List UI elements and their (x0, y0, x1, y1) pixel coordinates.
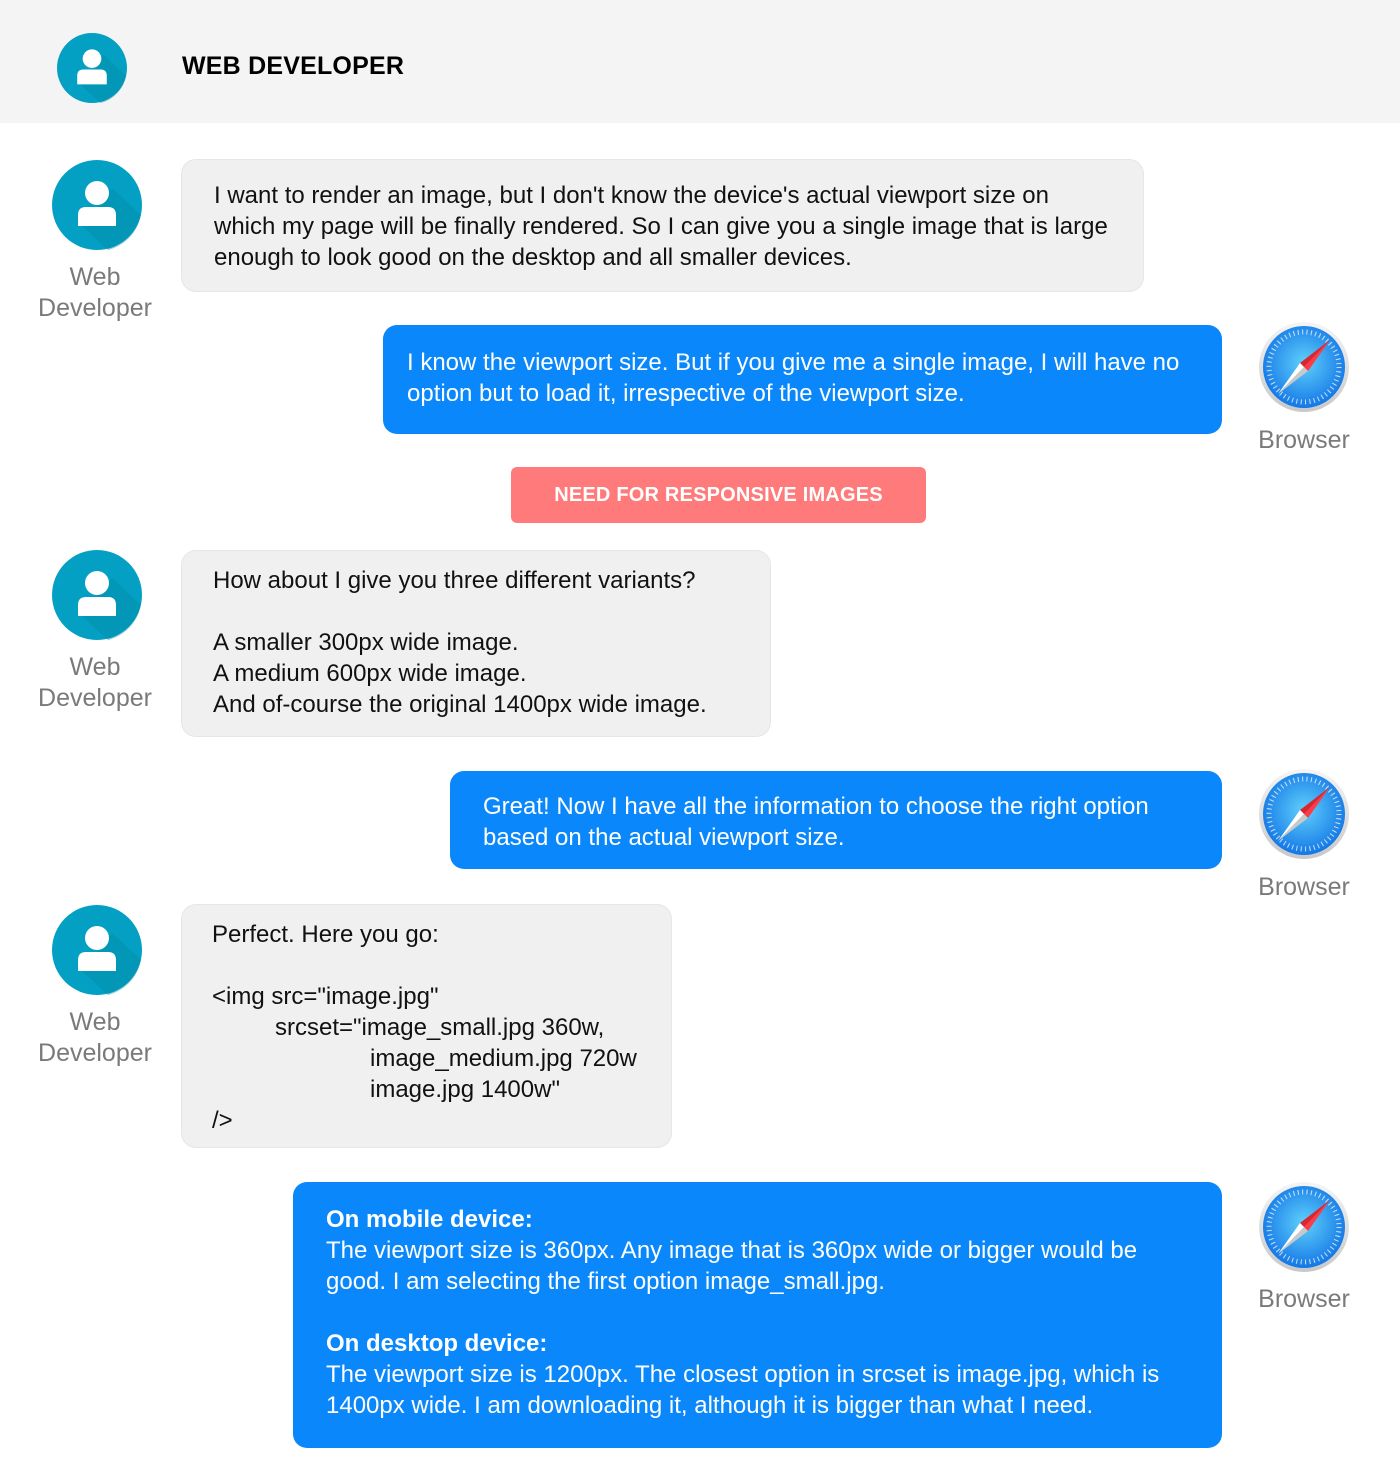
code-line-close: /> (212, 1107, 233, 1134)
desktop-text: The viewport size is 1200px. The closest… (326, 1361, 1160, 1419)
safari-compass-icon (1258, 768, 1350, 860)
developer-label-line1: Web (69, 653, 121, 681)
browser-message-3: On mobile device: The viewport size is 3… (293, 1182, 1222, 1448)
message-line: And of-course the original 1400px wide i… (213, 691, 707, 718)
safari-compass-icon (1258, 1181, 1350, 1273)
mobile-heading: On mobile device: (326, 1206, 533, 1233)
page-title: WEB DEVELOPER (182, 52, 405, 80)
browser-label: Browser (1258, 426, 1350, 454)
header-bar: WEB DEVELOPER (0, 0, 1400, 123)
code-line-large: image.jpg 1400w" (370, 1076, 560, 1103)
developer-label-line2: Developer (38, 684, 152, 712)
code-line-medium: image_medium.jpg 720w (370, 1045, 637, 1072)
developer-code-message: Perfect. Here you go: <img src="image.jp… (182, 905, 671, 1147)
user-avatar-icon (57, 33, 127, 103)
developer-label-line1: Web (69, 263, 121, 291)
code-line-srcset: srcset="image_small.jpg 360w, (275, 1014, 605, 1041)
developer-label: Web Developer (20, 1007, 170, 1069)
message-line: How about I give you three different var… (213, 567, 696, 594)
developer-label-line2: Developer (38, 1039, 152, 1067)
user-avatar-icon (52, 550, 142, 640)
section-banner: NEED FOR RESPONSIVE IMAGES (511, 467, 926, 523)
browser-message-2: Great! Now I have all the information to… (450, 771, 1222, 869)
message-line: A medium 600px wide image. (213, 660, 527, 687)
message-line: A smaller 300px wide image. (213, 629, 519, 656)
browser-message-1: I know the viewport size. But if you giv… (383, 325, 1222, 434)
user-avatar-icon (52, 905, 142, 995)
developer-label-line1: Web (69, 1008, 121, 1036)
developer-label-line2: Developer (38, 294, 152, 322)
desktop-heading: On desktop device: (326, 1330, 548, 1357)
code-line-img: <img src="image.jpg" (212, 983, 439, 1010)
browser-label: Browser (1258, 1285, 1350, 1313)
mobile-text: The viewport size is 360px. Any image th… (326, 1237, 1138, 1295)
message-line: Perfect. Here you go: (212, 921, 439, 948)
developer-label: Web Developer (20, 262, 170, 324)
developer-message-1: I want to render an image, but I don't k… (182, 160, 1143, 291)
developer-label: Web Developer (20, 652, 170, 714)
safari-compass-icon (1258, 321, 1350, 413)
browser-label: Browser (1258, 873, 1350, 901)
developer-message-2: How about I give you three different var… (182, 551, 770, 736)
user-avatar-icon (52, 160, 142, 250)
